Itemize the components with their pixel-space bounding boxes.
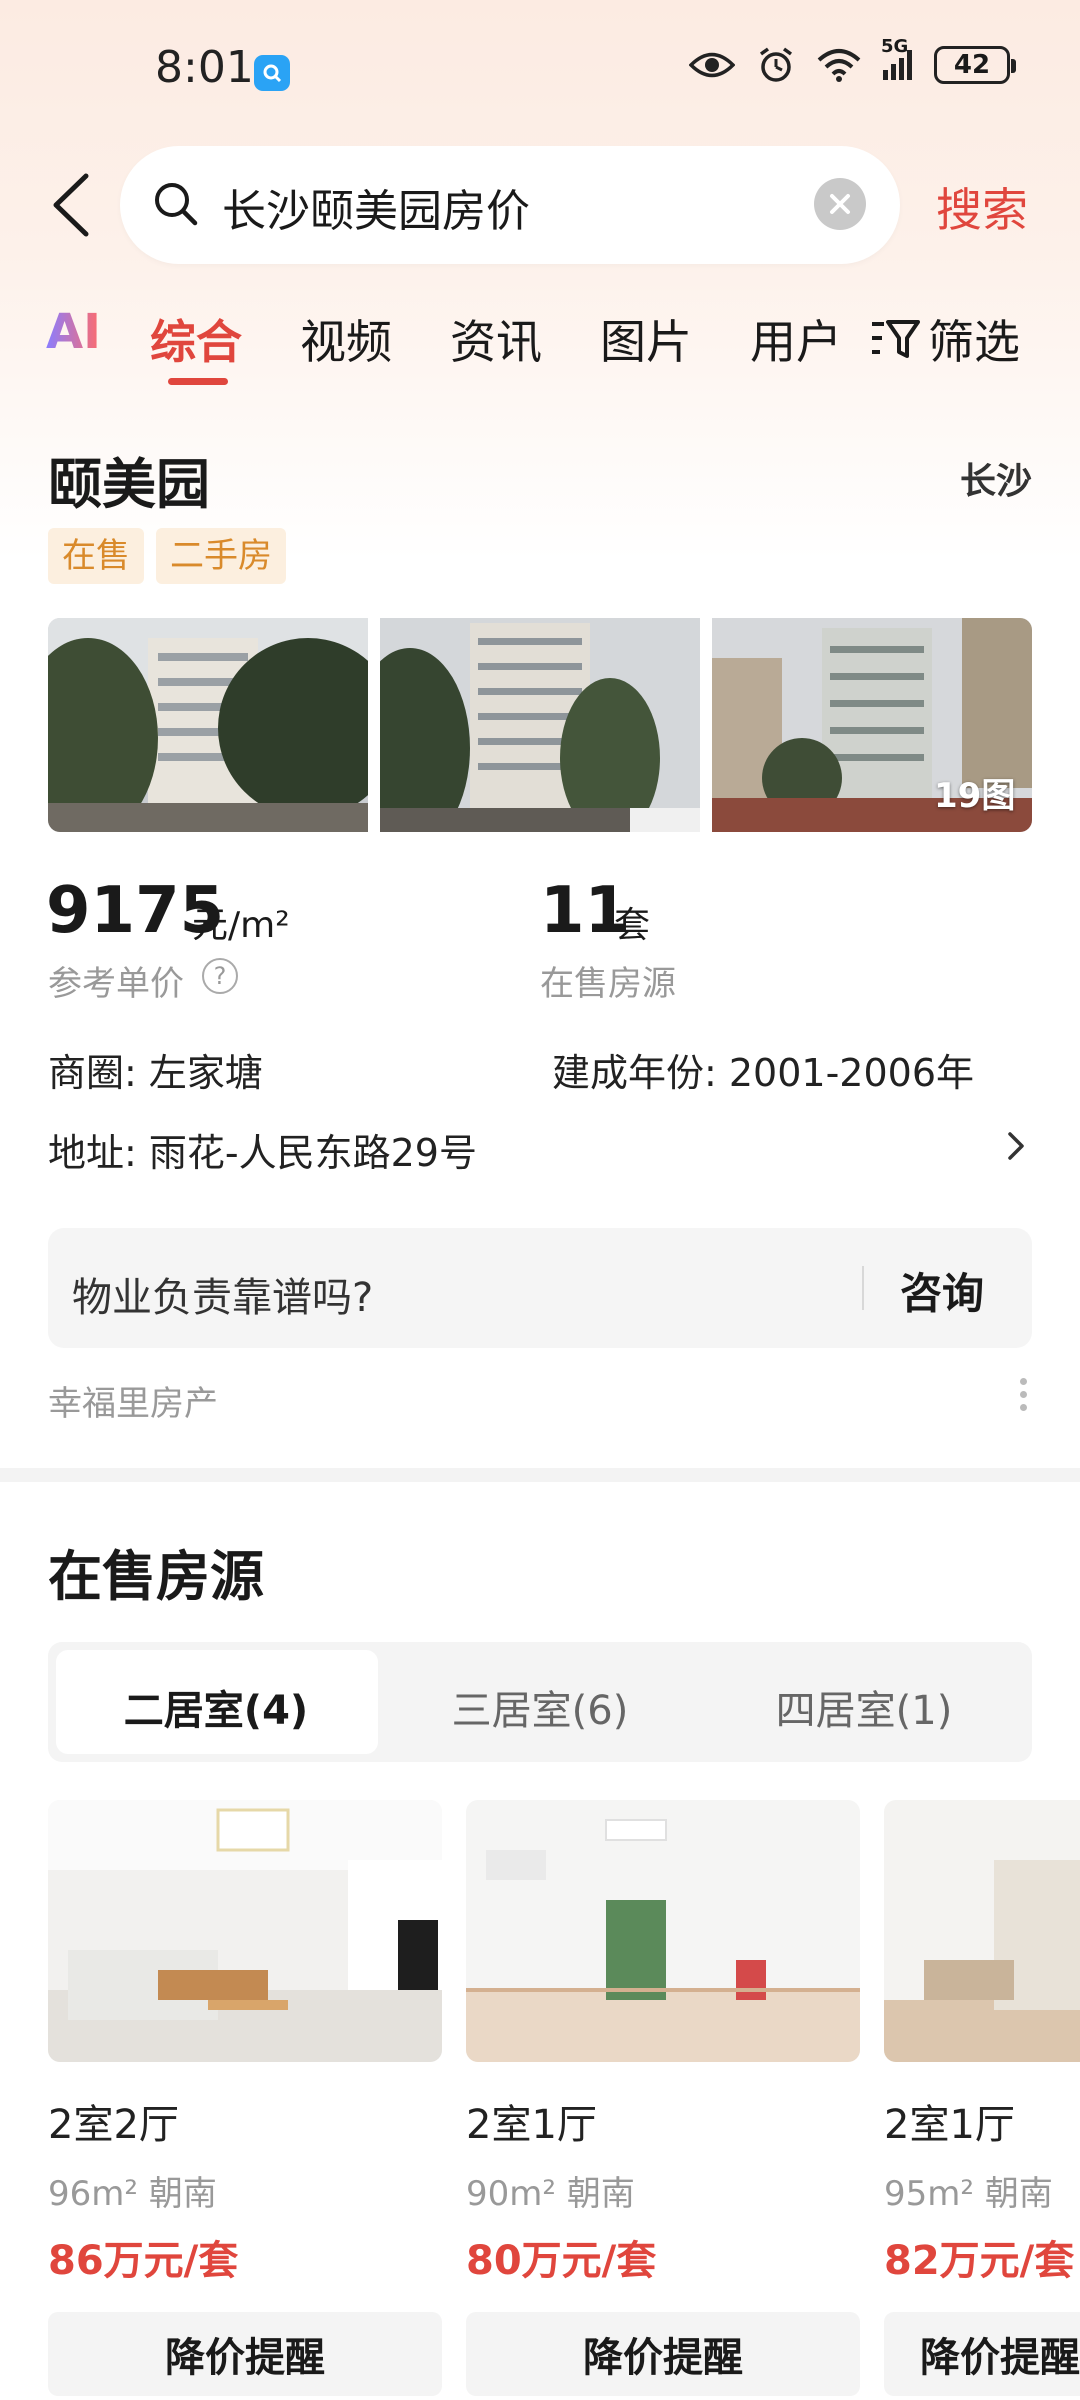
tab-four-bedroom[interactable]: 四居室(1) bbox=[700, 1678, 1028, 1736]
battery-indicator: 42 bbox=[934, 46, 1016, 84]
tag-on-sale: 在售 bbox=[48, 528, 144, 584]
help-icon[interactable]: ? bbox=[202, 958, 238, 994]
listing-photo-2[interactable] bbox=[466, 1800, 860, 2062]
section-divider bbox=[0, 1468, 1080, 1482]
tab-three-bedroom[interactable]: 三居室(6) bbox=[376, 1678, 704, 1736]
app-notification-icon bbox=[254, 55, 290, 91]
price-alert-button-1[interactable]: 降价提醒 bbox=[48, 2312, 442, 2396]
chevron-right-icon[interactable] bbox=[1004, 1128, 1028, 1168]
active-tab-indicator bbox=[168, 378, 228, 385]
listing-title-2[interactable]: 2室1厅 bbox=[466, 2092, 597, 2150]
status-time: 8:01 bbox=[155, 42, 254, 93]
listing-title-3[interactable]: 2室1厅 bbox=[884, 2092, 1015, 2150]
network-label: 5G bbox=[881, 36, 909, 57]
price-alert-button-3[interactable]: 降价提醒 bbox=[884, 2312, 1080, 2396]
listing-title-1[interactable]: 2室2厅 bbox=[48, 2092, 179, 2150]
property-photo-1[interactable] bbox=[48, 618, 368, 832]
business-district: 商圈: 左家塘 bbox=[48, 1051, 263, 1095]
clear-search-button[interactable] bbox=[814, 178, 866, 230]
consult-divider bbox=[862, 1266, 864, 1310]
filter-label: 筛选 bbox=[928, 315, 1020, 369]
back-arrow-icon bbox=[53, 173, 89, 237]
tab-two-bedroom[interactable]: 二居室(4) bbox=[52, 1678, 380, 1736]
tab-users[interactable]: 用户 bbox=[750, 306, 842, 372]
back-button[interactable] bbox=[48, 170, 98, 240]
consult-question[interactable]: 物业负责靠谱吗? bbox=[72, 1265, 373, 1323]
listing-photo-1[interactable] bbox=[48, 1800, 442, 2062]
filter-icon bbox=[872, 320, 920, 358]
unit-price-label: 参考单价 bbox=[48, 964, 184, 1004]
consult-button[interactable]: 咨询 bbox=[900, 1260, 984, 1321]
for-sale-title: 在售房源 bbox=[48, 1545, 264, 1608]
unit-price-unit: 元/m² bbox=[192, 905, 290, 946]
listing-meta-2: 90m² 朝南 bbox=[466, 2174, 635, 2214]
tab-comprehensive[interactable]: 综合 bbox=[150, 306, 242, 372]
close-icon bbox=[830, 194, 850, 214]
listing-price-1: 86万元/套 bbox=[48, 2238, 239, 2284]
tab-news[interactable]: 资讯 bbox=[450, 306, 542, 372]
listing-count-unit: 套 bbox=[614, 905, 651, 946]
property-name: 颐美园 bbox=[48, 453, 210, 516]
tag-second-hand: 二手房 bbox=[156, 528, 286, 584]
property-city: 长沙 bbox=[960, 461, 1033, 502]
alarm-icon bbox=[759, 47, 793, 82]
wifi-icon bbox=[817, 49, 861, 82]
more-icon[interactable] bbox=[1020, 1378, 1028, 1417]
listing-price-2: 80万元/套 bbox=[466, 2238, 657, 2284]
tab-video[interactable]: 视频 bbox=[300, 306, 392, 372]
listing-meta-3: 95m² 朝南 bbox=[884, 2174, 1053, 2214]
listing-meta-1: 96m² 朝南 bbox=[48, 2174, 217, 2214]
search-icon bbox=[152, 180, 200, 232]
photo-count[interactable]: 19图 bbox=[934, 768, 1015, 817]
search-query[interactable]: 长沙颐美园房价 bbox=[222, 175, 530, 239]
address[interactable]: 地址: 雨花-人民东路29号 bbox=[48, 1122, 477, 1177]
filter-button[interactable]: 筛选 bbox=[870, 306, 1020, 372]
listing-count-label: 在售房源 bbox=[540, 964, 676, 1004]
tab-images[interactable]: 图片 bbox=[600, 306, 692, 372]
listing-price-3: 82万元/套 bbox=[884, 2238, 1075, 2284]
property-photo-2[interactable] bbox=[380, 618, 700, 832]
status-icons: 5G 42 bbox=[689, 36, 1016, 84]
search-button[interactable]: 搜索 bbox=[936, 174, 1028, 240]
eye-icon bbox=[689, 52, 735, 78]
signal-icon: 5G bbox=[881, 36, 912, 80]
listing-photo-3[interactable] bbox=[884, 1800, 1080, 2062]
built-years: 建成年份: 2001-2006年 bbox=[552, 1051, 975, 1095]
tab-ai[interactable]: AI bbox=[46, 304, 101, 360]
price-alert-button-2[interactable]: 降价提醒 bbox=[466, 2312, 860, 2396]
agency-name: 幸福里房产 bbox=[48, 1384, 218, 1424]
